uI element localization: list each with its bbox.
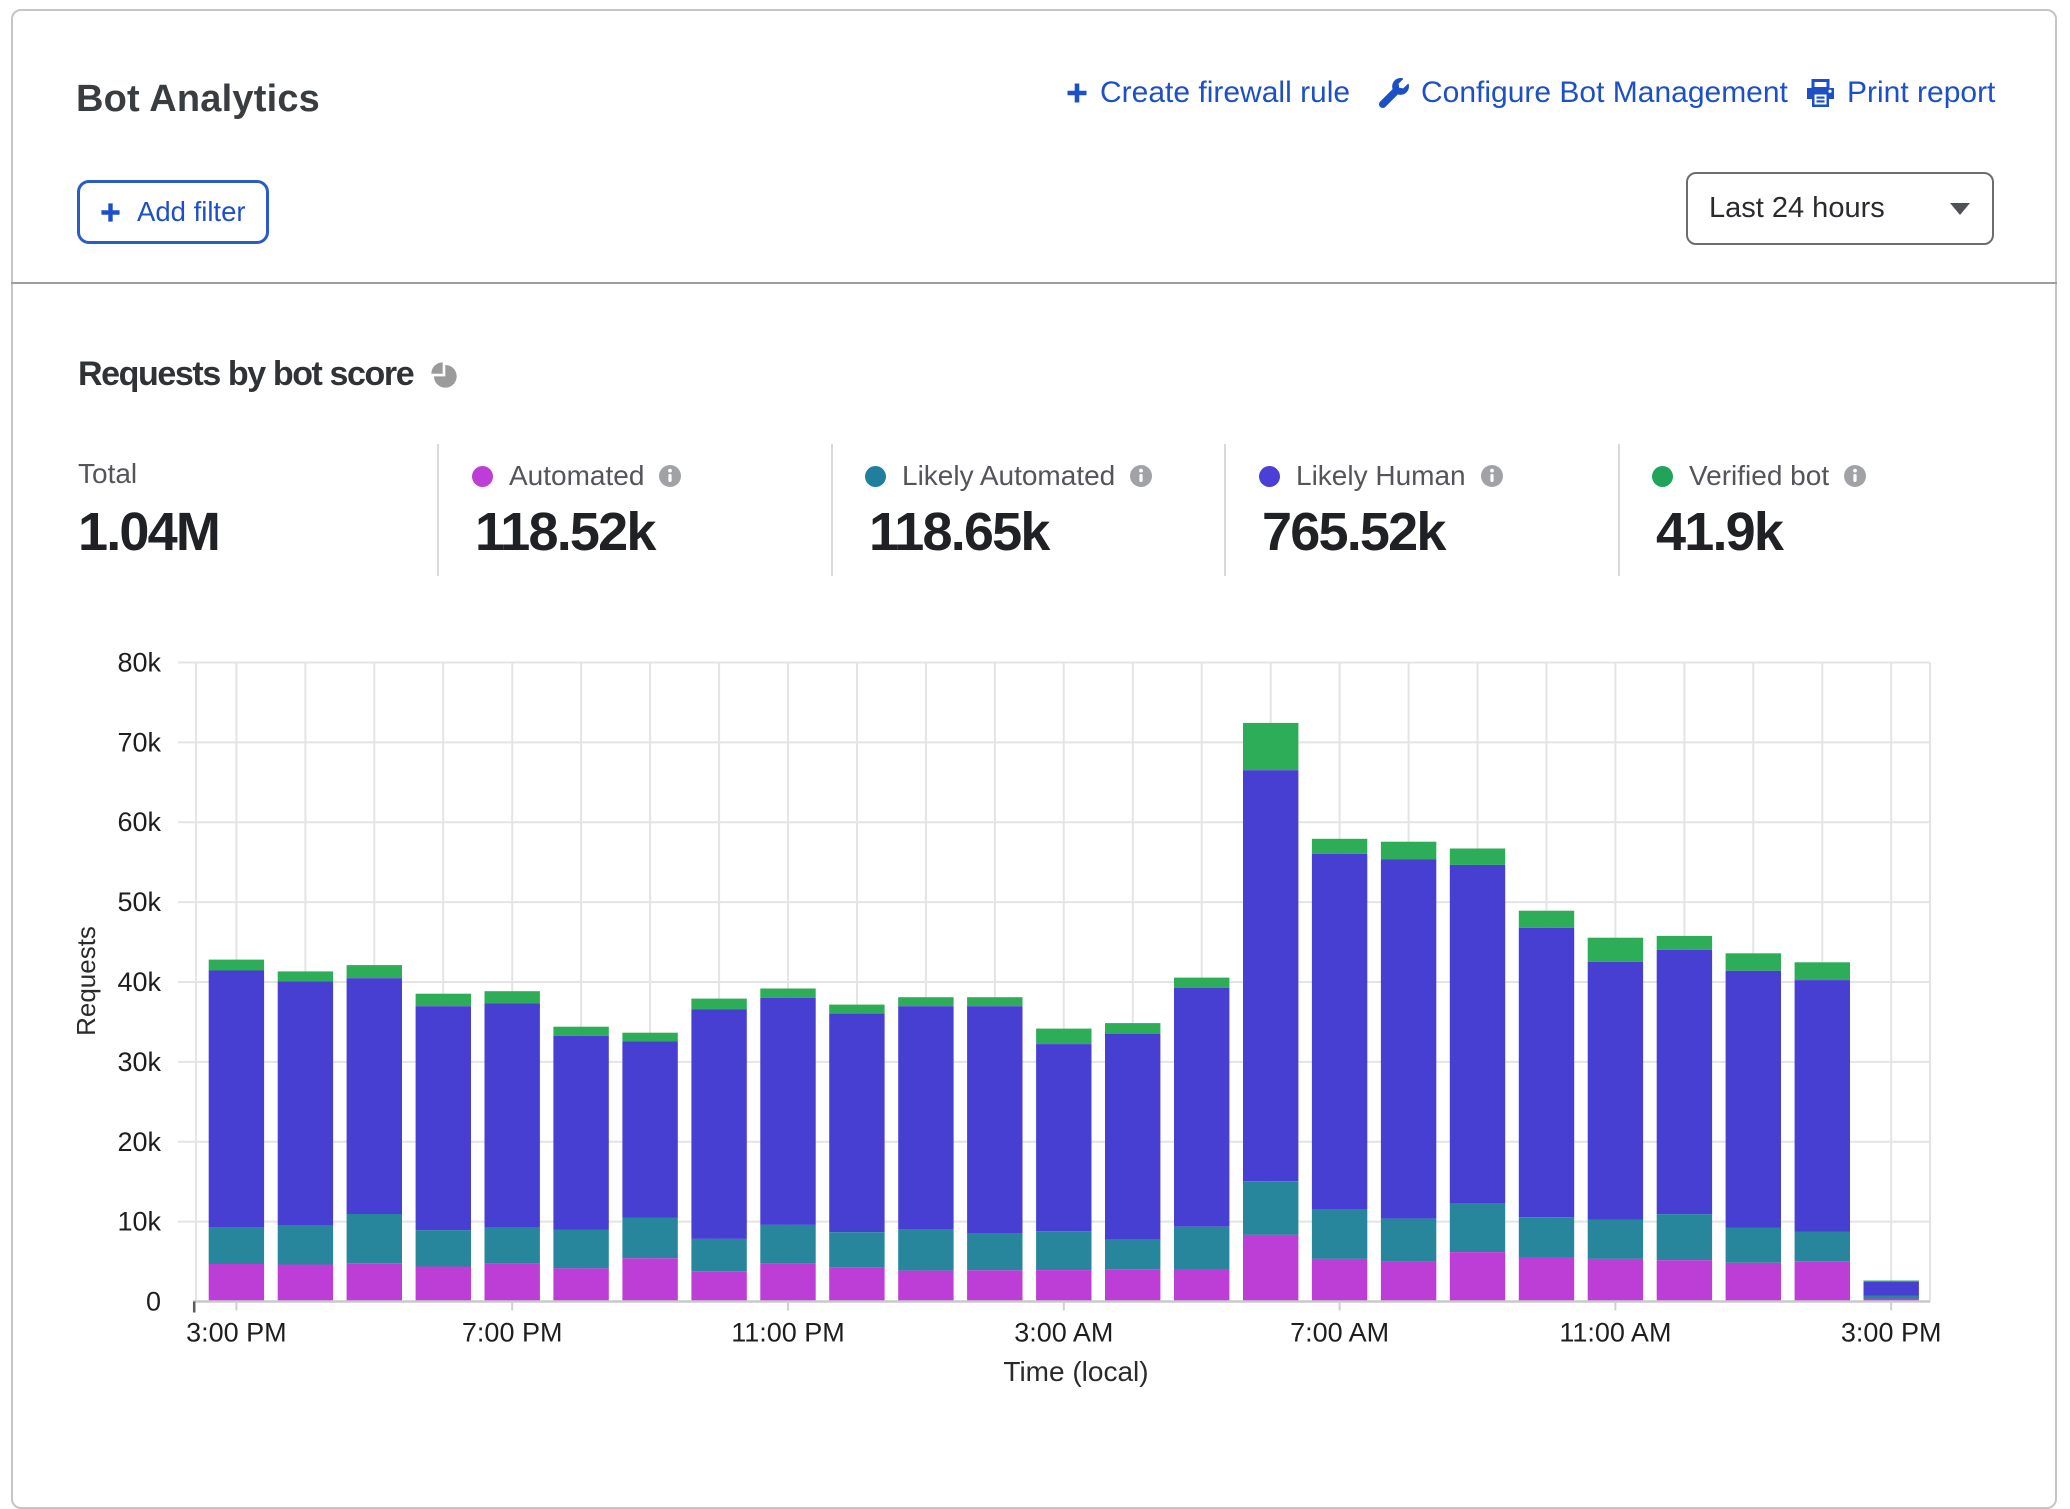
svg-text:0: 0	[146, 1287, 161, 1317]
svg-text:10k: 10k	[117, 1207, 161, 1237]
svg-text:70k: 70k	[117, 727, 161, 757]
svg-text:80k: 80k	[117, 648, 161, 678]
svg-text:3:00 PM: 3:00 PM	[1841, 1318, 1942, 1348]
svg-text:Requests: Requests	[71, 926, 101, 1036]
svg-text:30k: 30k	[117, 1047, 161, 1077]
svg-text:60k: 60k	[117, 807, 161, 837]
svg-text:7:00 PM: 7:00 PM	[462, 1318, 563, 1348]
svg-text:3:00 AM: 3:00 AM	[1014, 1318, 1113, 1348]
svg-text:50k: 50k	[117, 887, 161, 917]
svg-text:20k: 20k	[117, 1127, 161, 1157]
svg-text:11:00 PM: 11:00 PM	[731, 1318, 845, 1348]
svg-text:3:00 PM: 3:00 PM	[186, 1318, 287, 1348]
svg-text:11:00 AM: 11:00 AM	[1559, 1318, 1671, 1348]
svg-text:Time (local): Time (local)	[1003, 1356, 1148, 1387]
svg-text:40k: 40k	[117, 967, 161, 997]
svg-text:7:00 AM: 7:00 AM	[1290, 1318, 1389, 1348]
